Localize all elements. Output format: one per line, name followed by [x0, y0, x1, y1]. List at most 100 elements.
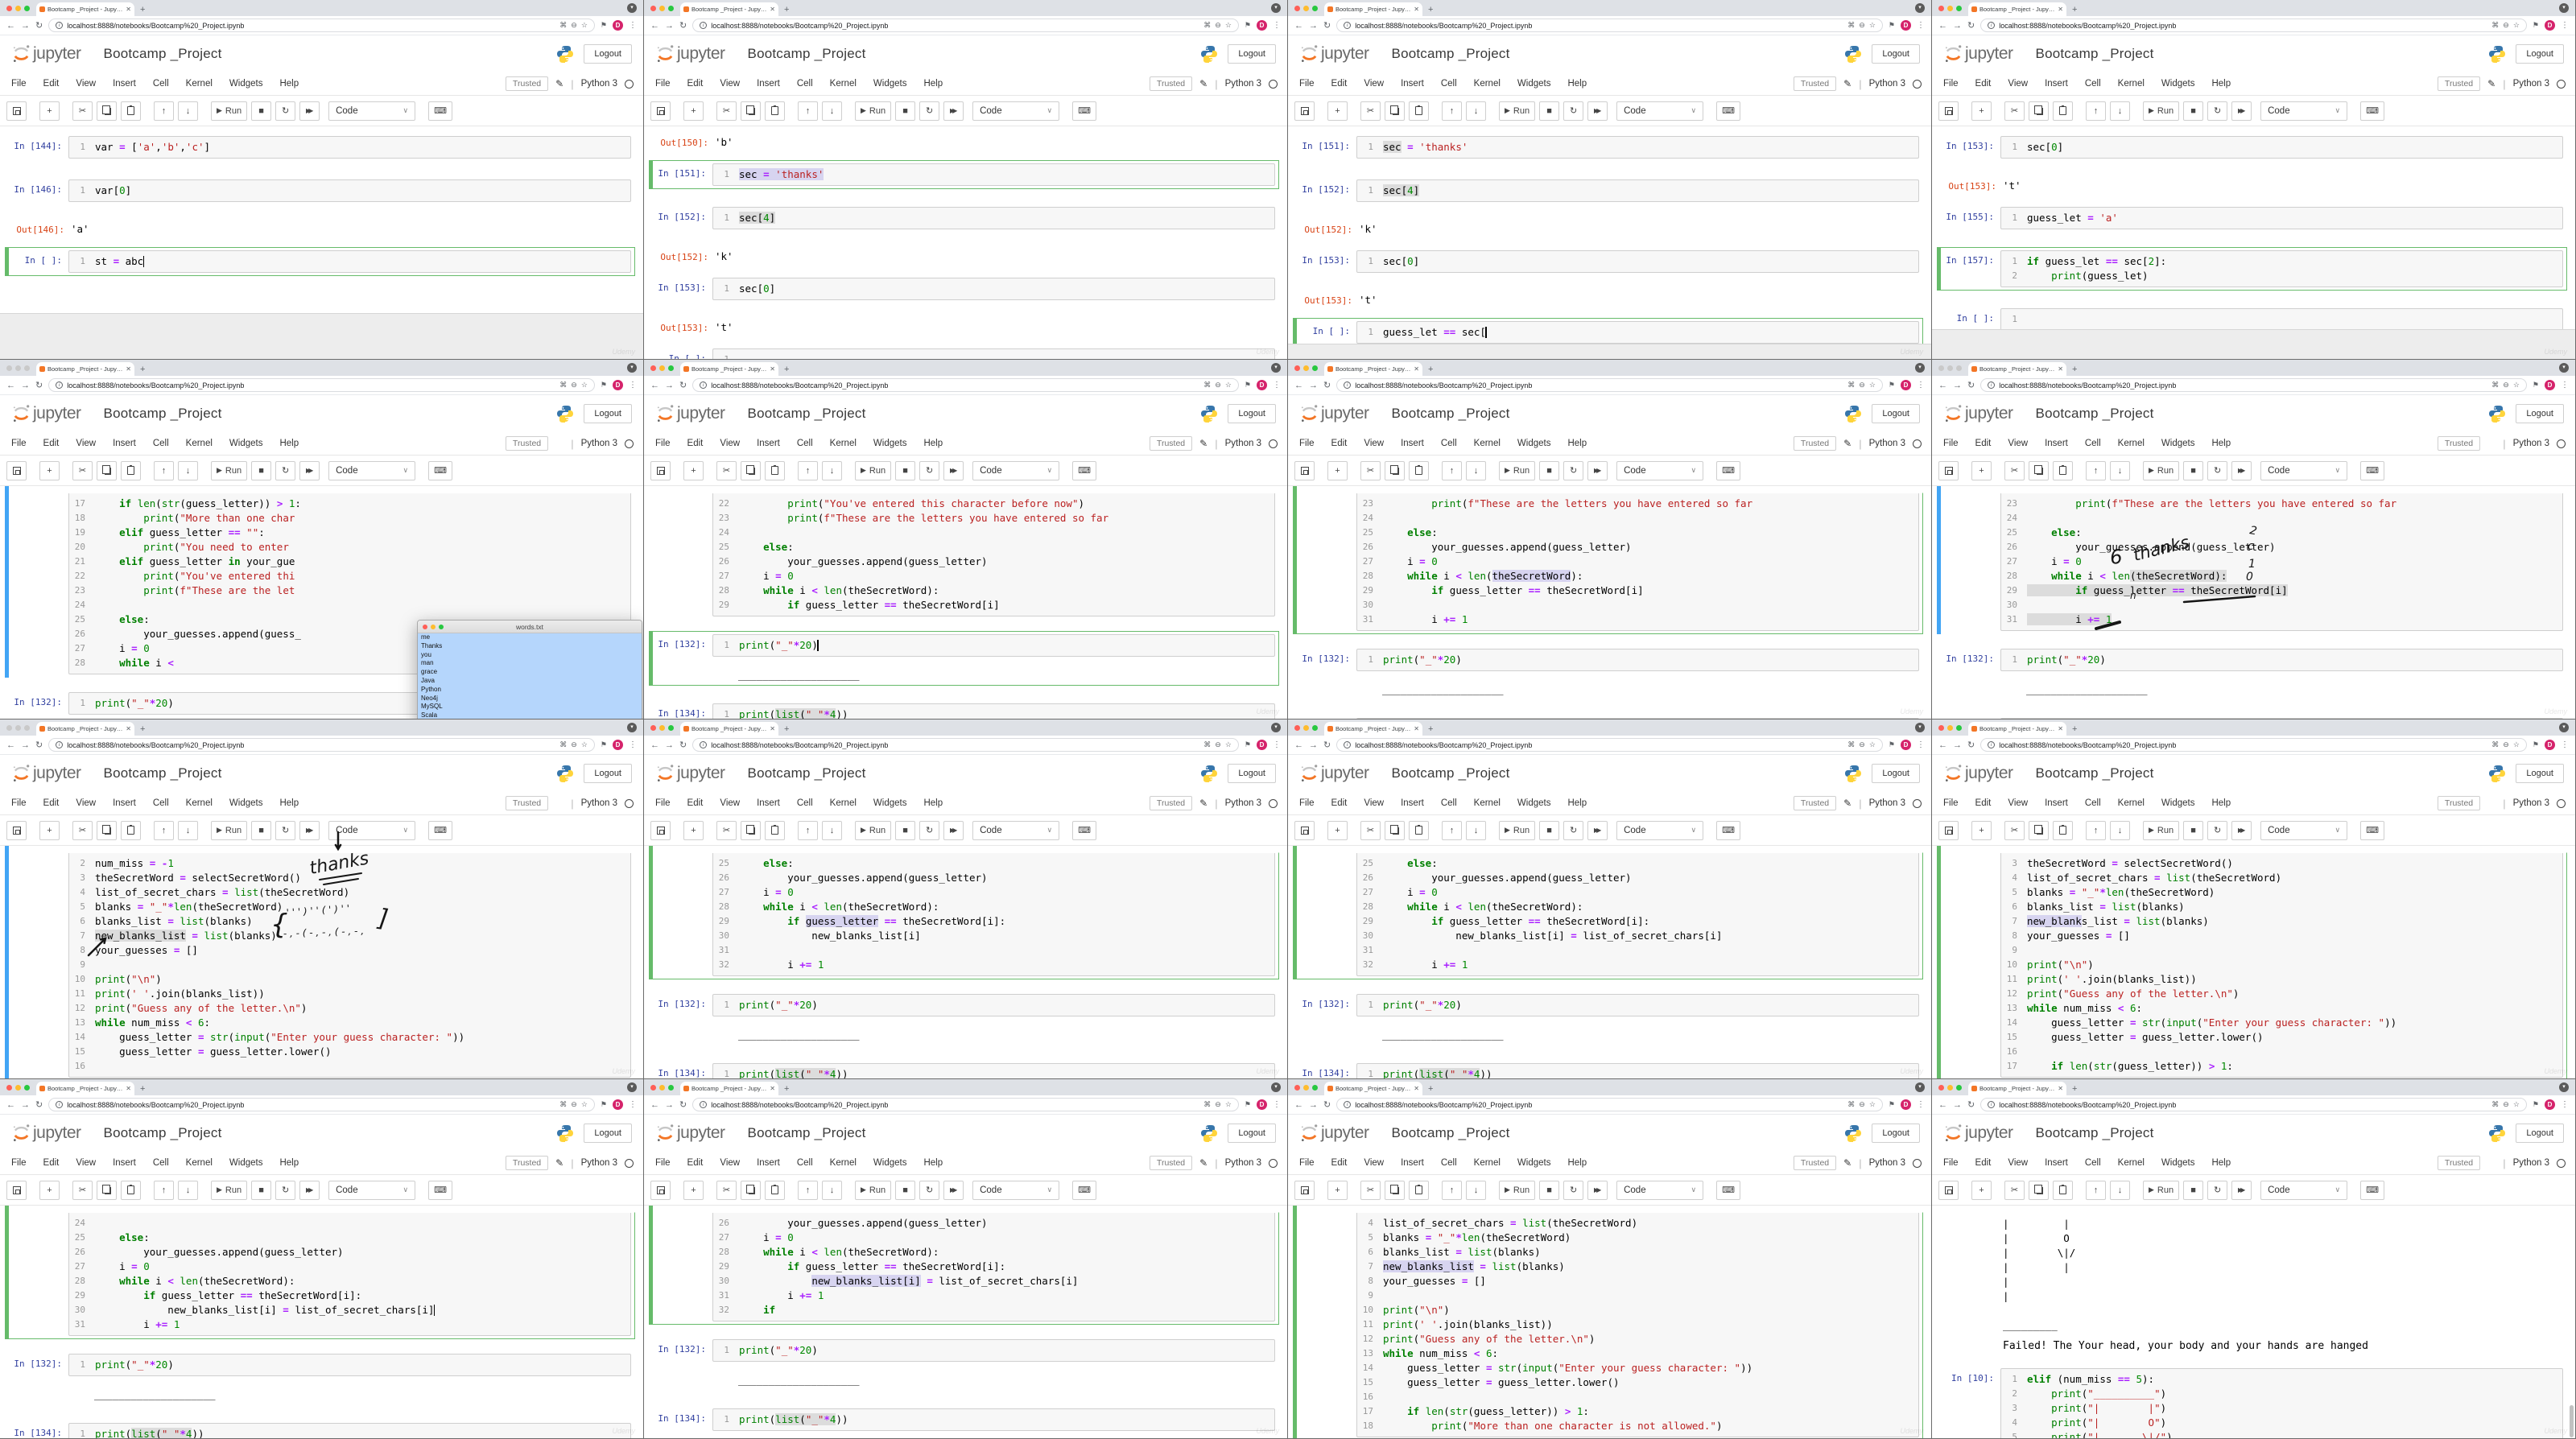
cut-cell-button[interactable]: ✂ — [72, 461, 93, 480]
shortcut-icon[interactable]: ⌘ — [559, 740, 567, 749]
code-input[interactable]: 1print(list("_"*4)) — [68, 1423, 631, 1439]
notebook-title[interactable]: Bootcamp _Project — [2036, 406, 2154, 422]
code-input[interactable]: 1guess_let = 'a' — [2000, 207, 2563, 229]
menu-kernel[interactable]: Kernel — [1474, 798, 1501, 808]
browser-tab[interactable]: Bootcamp _Project - Jupyter N ✕ — [1968, 1082, 2066, 1095]
cut-cell-button[interactable]: ✂ — [72, 1181, 93, 1200]
code-editor[interactable]: print(f"These are the letters you have e… — [2022, 493, 2562, 630]
menu-kernel[interactable]: Kernel — [1474, 439, 1501, 448]
cell-type-select[interactable]: Code ∨ — [328, 1181, 415, 1200]
move-cell-down-button[interactable]: ↓ — [1466, 821, 1486, 840]
window-controls[interactable] — [1294, 360, 1318, 376]
address-bar[interactable]: i localhost:8888/notebooks/Bootcamp%20_P… — [48, 19, 595, 32]
code-editor[interactable]: print(list("_"*4)) — [734, 704, 1274, 720]
menu-help[interactable]: Help — [923, 798, 943, 808]
save-button[interactable] — [1938, 461, 1959, 480]
new-tab-button[interactable]: + — [784, 365, 789, 376]
window-controls[interactable] — [6, 0, 30, 16]
address-bar[interactable]: i localhost:8888/notebooks/Bootcamp%20_P… — [1336, 1098, 1883, 1111]
save-button[interactable] — [650, 101, 671, 121]
code-editor[interactable]: print("_"*20) — [734, 1340, 1274, 1361]
forward-icon[interactable]: → — [1953, 1100, 1962, 1110]
move-cell-up-button[interactable]: ↑ — [154, 461, 174, 480]
command-palette-button[interactable]: ⌨ — [428, 821, 452, 840]
menu-insert[interactable]: Insert — [1401, 79, 1424, 89]
code-editor[interactable]: print("_"*20) — [1378, 649, 1918, 670]
minimize-window-icon[interactable] — [659, 1085, 665, 1091]
code-input[interactable]: 1print(list("_"*4)) — [1356, 1063, 1919, 1079]
close-window-icon[interactable] — [1938, 725, 1944, 731]
minimize-window-icon[interactable] — [15, 365, 21, 371]
logout-button[interactable]: Logout — [1872, 404, 1920, 423]
notebook-title[interactable]: Bootcamp _Project — [748, 406, 866, 422]
menu-file[interactable]: File — [1299, 439, 1315, 448]
cut-cell-button[interactable]: ✂ — [2004, 821, 2025, 840]
zoom-icon[interactable]: ⊖ — [1215, 21, 1221, 30]
menu-help[interactable]: Help — [279, 798, 299, 808]
browser-menu-icon[interactable]: ⋮ — [2561, 1100, 2569, 1109]
add-cell-button[interactable]: + — [39, 821, 60, 840]
menu-view[interactable]: View — [2008, 439, 2028, 448]
command-palette-button[interactable]: ⌨ — [2360, 461, 2384, 480]
move-cell-down-button[interactable]: ↓ — [822, 821, 842, 840]
move-cell-down-button[interactable]: ↓ — [822, 461, 842, 480]
paste-cell-button[interactable] — [121, 821, 141, 840]
scrolled-code-cell[interactable]: 2526272829303132 else: your_guesses.appe… — [1293, 852, 1923, 979]
site-info-icon[interactable]: i — [700, 1101, 707, 1108]
interrupt-kernel-button[interactable]: ■ — [251, 821, 271, 840]
restart-kernel-button[interactable]: ↻ — [2207, 821, 2227, 840]
forward-icon[interactable]: → — [21, 740, 30, 750]
menu-edit[interactable]: Edit — [687, 439, 704, 448]
menu-file[interactable]: File — [655, 439, 671, 448]
code-editor[interactable]: var = ['a','b','c'] — [90, 137, 630, 158]
window-controls[interactable] — [1938, 360, 1962, 376]
code-cell[interactable]: In [152]:1sec[4] — [649, 204, 1279, 233]
restart-run-all-button[interactable]: ▶▶ — [299, 1181, 320, 1200]
extension-icon[interactable]: ⚑ — [2533, 21, 2539, 30]
command-palette-button[interactable]: ⌨ — [2360, 101, 2384, 121]
site-info-icon[interactable]: i — [1344, 381, 1351, 389]
copy-cell-button[interactable] — [741, 461, 761, 480]
menu-file[interactable]: File — [655, 1158, 671, 1168]
save-button[interactable] — [1294, 101, 1315, 121]
jupyter-logo[interactable]: jupyter — [655, 1123, 725, 1144]
new-tab-button[interactable]: + — [140, 1084, 145, 1095]
code-input[interactable]: 1guess_let == sec[ — [1356, 321, 1919, 344]
scrolled-code-cell[interactable]: 232425262728293031 print(f"These are the… — [1937, 493, 2567, 634]
scrollbar-thumb[interactable] — [2570, 1405, 2574, 1437]
menu-file[interactable]: File — [1299, 798, 1315, 808]
site-info-icon[interactable]: i — [700, 741, 707, 748]
forward-icon[interactable]: → — [1309, 740, 1318, 750]
code-input[interactable]: 456789101112131415161718list_of_secret_c… — [1356, 1213, 1919, 1437]
scrolled-code-cell[interactable]: 2526272829303132 else: your_guesses.appe… — [649, 852, 1279, 979]
move-cell-up-button[interactable]: ↑ — [1442, 461, 1462, 480]
extension-icon[interactable]: ⚑ — [1889, 1100, 1895, 1109]
logout-button[interactable]: Logout — [1228, 44, 1276, 64]
move-cell-up-button[interactable]: ↑ — [154, 101, 174, 121]
menu-kernel[interactable]: Kernel — [1474, 79, 1501, 89]
logout-button[interactable]: Logout — [1228, 404, 1276, 423]
code-editor[interactable]: guess_let = 'a' — [2022, 208, 2562, 229]
save-button[interactable] — [1938, 101, 1959, 121]
menu-edit[interactable]: Edit — [43, 1158, 60, 1168]
notebook-title[interactable]: Bootcamp _Project — [748, 46, 866, 62]
tab-close-icon[interactable]: ✕ — [1414, 725, 1419, 732]
jupyter-logo[interactable]: jupyter — [1943, 1123, 2013, 1144]
restart-run-all-button[interactable]: ▶▶ — [299, 101, 320, 121]
code-editor[interactable]: st = abc — [90, 251, 630, 272]
copy-cell-button[interactable] — [97, 821, 117, 840]
cell-type-select[interactable]: Code ∨ — [2260, 461, 2347, 480]
notebook-title[interactable]: Bootcamp _Project — [2036, 765, 2154, 781]
window-controls[interactable] — [6, 720, 30, 736]
tab-close-icon[interactable]: ✕ — [126, 365, 131, 373]
code-input[interactable]: 1print("_"*20) — [1356, 994, 1919, 1016]
menu-widgets[interactable]: Widgets — [873, 1158, 907, 1168]
code-input[interactable]: 1print(list("_"*4)) — [712, 703, 1275, 720]
profile-avatar[interactable]: D — [2545, 20, 2555, 31]
menu-widgets[interactable]: Widgets — [229, 79, 263, 89]
code-editor[interactable] — [734, 349, 1274, 360]
menu-insert[interactable]: Insert — [113, 798, 136, 808]
bookmark-star-icon[interactable]: ☆ — [1225, 1100, 1232, 1109]
scrolled-code-cell[interactable]: 2425262728293031 else: your_guesses.appe… — [5, 1212, 635, 1339]
move-cell-up-button[interactable]: ↑ — [1442, 101, 1462, 121]
